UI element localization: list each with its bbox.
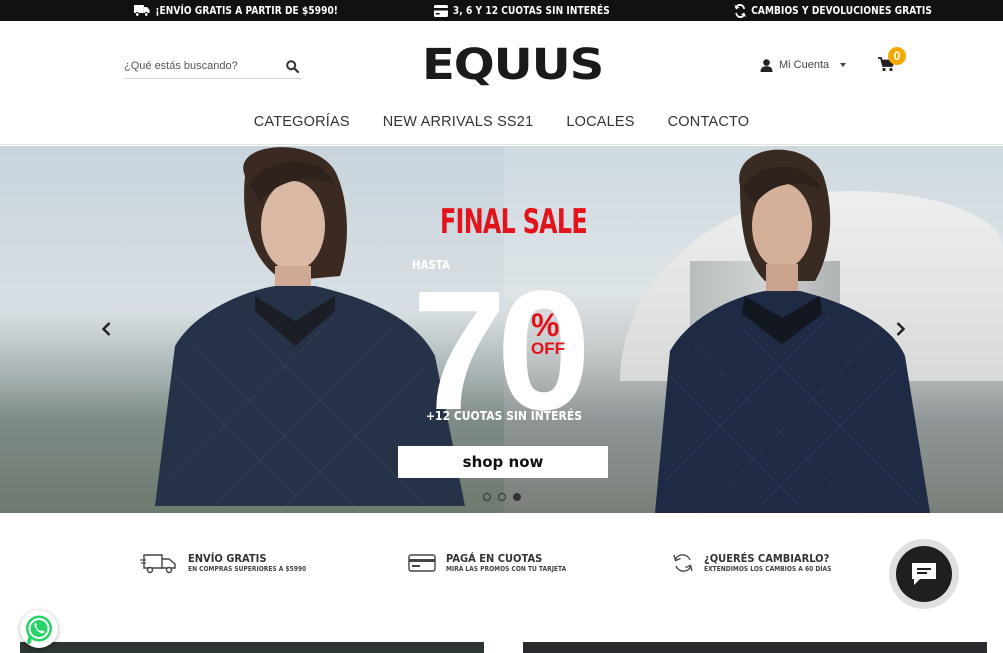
search-icon	[285, 59, 299, 73]
benefit-shipping-title: ENVÍO GRATIS	[188, 551, 267, 565]
promo-bar: ¡ENVÍO GRATIS A PARTIR DE $5990! 3, 6 Y …	[0, 0, 1003, 21]
hero-off: OFF	[531, 339, 565, 358]
promo-item-returns: CAMBIOS Y DEVOLUCIONES GRATIS	[734, 0, 932, 21]
benefit-shipping-subtitle: EN COMPRAS SUPERIORES A $5990	[188, 564, 307, 573]
chat-button[interactable]	[889, 539, 959, 609]
category-banner-left[interactable]	[20, 642, 484, 653]
benefit-returns-subtitle: EXTENDIMOS LOS CAMBIOS A 60 DÍAS	[704, 564, 832, 573]
user-icon	[760, 58, 773, 72]
benefit-returns-title: ¿QUERÉS CAMBIARLO?	[704, 551, 830, 565]
whatsapp-button[interactable]	[20, 610, 58, 648]
search-bar	[124, 53, 302, 79]
carousel-dot-3[interactable]	[513, 493, 521, 501]
carousel-prev-button[interactable]	[98, 320, 114, 338]
chat-button-inner	[896, 546, 952, 602]
chat-bubble-icon	[912, 563, 936, 585]
search-input[interactable]	[124, 59, 274, 72]
refresh-icon	[673, 554, 693, 572]
nav-item-categorias[interactable]: CATEGORÍAS	[254, 114, 350, 132]
credit-card-icon	[408, 554, 436, 572]
chevron-right-icon	[896, 322, 905, 336]
nav-item-contacto[interactable]: CONTACTO	[668, 114, 750, 132]
nav-item-new-arrivals[interactable]: NEW ARRIVALS SS21	[383, 114, 534, 132]
credit-card-icon	[434, 4, 448, 17]
promo-item-installments: 3, 6 Y 12 CUOTAS SIN INTERÉS	[434, 0, 610, 21]
carousel-next-button[interactable]	[892, 320, 908, 338]
account-menu[interactable]: Mi Cuenta	[760, 57, 847, 73]
site-logo[interactable]: EQUUS	[422, 42, 604, 88]
logo-text: EQUUS	[422, 40, 604, 90]
chevron-down-icon	[840, 63, 847, 67]
benefit-installments-title: PAGÁ EN CUOTAS	[446, 551, 543, 565]
benefit-installments-text: PAGÁ EN CUOTAS MIRÁ LAS PROMOS CON TU TA…	[446, 551, 587, 574]
refresh-icon	[734, 3, 746, 18]
cart-button[interactable]: 0	[878, 47, 908, 75]
site-header: EQUUS Mi Cuenta 0 CATEGORÍAS NEW ARRIVAL…	[0, 21, 1003, 145]
cart-count-badge: 0	[888, 47, 906, 65]
carousel-dots	[483, 493, 521, 501]
benefit-installments-subtitle: MIRÁ LAS PROMOS CON TU TARJETA	[446, 564, 567, 573]
promo-item-shipping: ¡ENVÍO GRATIS A PARTIR DE $5990!	[134, 0, 338, 21]
main-nav: CATEGORÍAS NEW ARRIVALS SS21 LOCALES CON…	[0, 114, 1003, 132]
hero-percent: %	[531, 307, 560, 343]
promo-shipping-label: ¡ENVÍO GRATIS A PARTIR DE $5990!	[155, 4, 339, 17]
truck-icon	[134, 5, 150, 17]
nav-item-locales[interactable]: LOCALES	[566, 114, 634, 132]
hero-headline: FINAL SALE	[440, 202, 588, 242]
promo-installments-label: 3, 6 Y 12 CUOTAS SIN INTERÉS	[452, 4, 610, 17]
promo-returns-label: CAMBIOS Y DEVOLUCIONES GRATIS	[751, 4, 932, 17]
account-label: Mi Cuenta	[779, 59, 830, 71]
chevron-left-icon	[101, 322, 110, 336]
benefit-shipping-text: ENVÍO GRATIS EN COMPRAS SUPERIORES A $59…	[188, 551, 327, 574]
truck-icon	[140, 554, 176, 574]
category-banner-right[interactable]	[523, 642, 987, 653]
search-button[interactable]	[284, 58, 300, 74]
carousel-dot-2[interactable]	[498, 493, 506, 501]
hero-installments: +12 CUOTAS SIN INTERÉS	[426, 409, 583, 423]
benefit-installments: PAGÁ EN CUOTAS MIRÁ LAS PROMOS CON TU TA…	[408, 548, 587, 578]
carousel-dot-1[interactable]	[483, 493, 491, 501]
benefit-shipping: ENVÍO GRATIS EN COMPRAS SUPERIORES A $59…	[140, 548, 327, 578]
hero-banner[interactable]: FINAL SALE HASTA 70 % OFF +12 CUOTAS SIN…	[0, 146, 1003, 513]
shop-now-button[interactable]: shop now	[398, 446, 608, 478]
benefit-returns: ¿QUERÉS CAMBIARLO? EXTENDIMOS LOS CAMBIO…	[672, 548, 854, 578]
benefit-returns-text: ¿QUERÉS CAMBIARLO? EXTENDIMOS LOS CAMBIO…	[704, 551, 854, 574]
whatsapp-icon	[26, 615, 52, 644]
